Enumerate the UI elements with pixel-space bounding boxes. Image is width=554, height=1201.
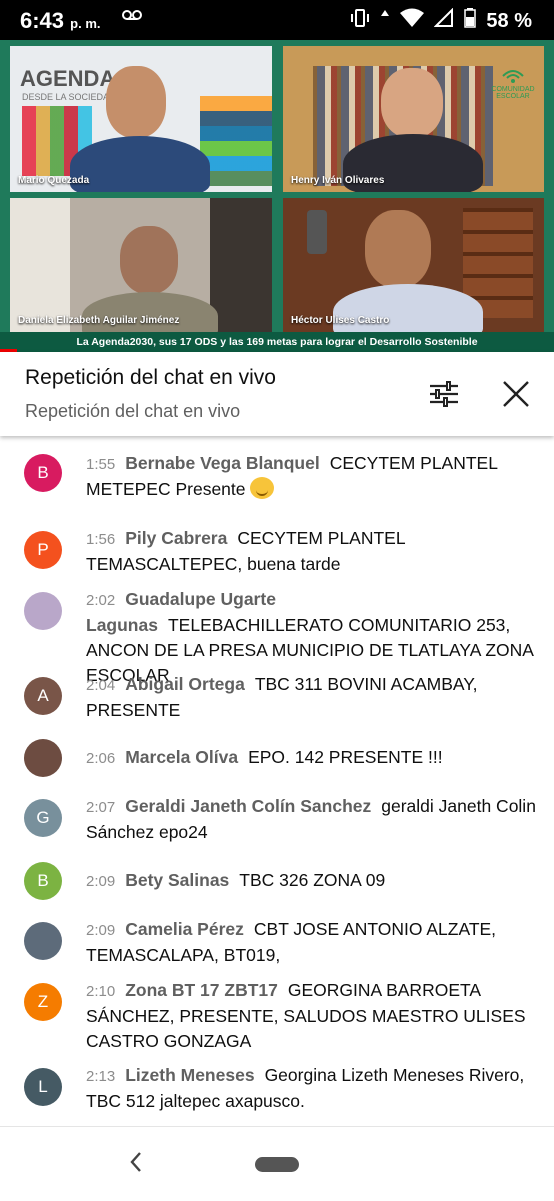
home-pill-icon[interactable] [255, 1157, 299, 1172]
avatar[interactable]: B [24, 862, 62, 900]
message-text: TBC 326 ZONA 09 [239, 870, 386, 890]
agenda-banner-sub: DESDE LA SOCIEDAD [22, 92, 116, 102]
message-timestamp: 2:06 [86, 750, 116, 767]
participant-head [365, 210, 431, 288]
participant-body [70, 136, 210, 192]
message-timestamp: 1:56 [86, 531, 116, 548]
message-timestamp: 2:04 [86, 677, 116, 694]
message-author[interactable]: Bety Salinas [125, 870, 229, 890]
message-timestamp: 2:02 [86, 592, 116, 609]
message-author[interactable]: Geraldi Janeth Colín Sanchez [125, 796, 371, 816]
avatar[interactable] [24, 739, 62, 777]
system-navigation-bar [0, 1126, 554, 1201]
avatar[interactable]: A [24, 677, 62, 715]
chat-message-list[interactable]: B 1:55 Bernabe Vega Blanquel CECYTEM PLANT… [0, 436, 554, 1122]
video-caption: La Agenda2030, sus 17 ODS y las 169 meta… [0, 332, 554, 352]
participant-head [381, 68, 443, 138]
avatar[interactable]: G [24, 799, 62, 837]
participant-name-1: Mario Quezada [18, 175, 90, 186]
avatar[interactable] [24, 592, 62, 630]
back-icon[interactable] [126, 1149, 146, 1182]
message-author[interactable]: Bernabe Vega Blanquel [125, 453, 320, 473]
curtain [10, 198, 70, 332]
video-tile-4: Héctor Ulises Castro [283, 198, 544, 332]
video-player[interactable]: AGENDA 20 DESDE LA SOCIEDAD Mario Quezad… [0, 40, 554, 352]
voicemail-icon [122, 6, 142, 27]
participant-body [82, 292, 218, 332]
message-timestamp: 2:13 [86, 1068, 116, 1085]
comunidad-escolar-logo: COMUNIDAD ESCOLAR [491, 64, 535, 104]
message-author[interactable]: Abigail Ortega [125, 674, 245, 694]
wall [210, 198, 272, 332]
participant-head [106, 66, 166, 138]
status-bar: 6:43 p. m. 58 % [0, 0, 554, 40]
message-timestamp: 2:09 [86, 922, 116, 939]
vibrate-icon [350, 8, 370, 34]
chat-mode-selector[interactable]: Repetición del chat en vivo [25, 401, 240, 422]
avatar[interactable] [24, 922, 62, 960]
avatar[interactable]: Z [24, 983, 62, 1021]
close-icon[interactable] [500, 378, 532, 410]
battery-icon [464, 8, 477, 34]
avatar[interactable]: P [24, 531, 62, 569]
participant-name-2: Henry Iván Olivares [291, 175, 385, 186]
message-timestamp: 2:07 [86, 799, 116, 816]
video-tile-1: AGENDA 20 DESDE LA SOCIEDAD Mario Quezad… [10, 46, 272, 192]
wifi-icon [400, 8, 425, 34]
message-author[interactable]: Marcela Olíva [125, 747, 238, 767]
sdg-icons-right [200, 96, 272, 186]
data-arrows-icon [380, 8, 390, 34]
smiling-face-emoji-icon [250, 477, 275, 499]
message-author[interactable]: Zona BT 17 ZBT17 [125, 980, 278, 1000]
video-tile-2: COMUNIDAD ESCOLAR Henry Iván Olivares [283, 46, 544, 192]
signal-icon [433, 7, 454, 34]
status-time: 6:43 p. m. [20, 8, 101, 34]
clock: 6:43 [20, 8, 65, 33]
message-timestamp: 2:10 [86, 983, 116, 1000]
message-timestamp: 2:09 [86, 873, 116, 890]
avatar[interactable]: L [24, 1068, 62, 1106]
participant-head [120, 226, 178, 294]
chat-title: Repetición del chat en vivo [25, 366, 276, 389]
message-text: EPO. 142 PRESENTE !!! [248, 747, 443, 767]
message-author[interactable]: Camelia Pérez [125, 919, 244, 939]
message-author[interactable]: Pily Cabrera [125, 528, 227, 548]
participant-name-3: Daniela Elizabeth Aguilar Jiménez [18, 315, 180, 326]
chat-header: Repetición del chat en vivo Repetición d… [0, 352, 554, 436]
video-tile-3: Daniela Elizabeth Aguilar Jiménez [10, 198, 272, 332]
avatar[interactable]: B [24, 454, 62, 492]
message-author[interactable]: Lizeth Meneses [125, 1065, 254, 1085]
battery-percent: 58 % [486, 9, 532, 32]
message-timestamp: 1:55 [86, 456, 116, 473]
filter-icon[interactable] [428, 378, 460, 410]
trophy [307, 210, 327, 254]
clock-ampm: p. m. [70, 16, 101, 31]
participant-name-4: Héctor Ulises Castro [291, 315, 390, 326]
